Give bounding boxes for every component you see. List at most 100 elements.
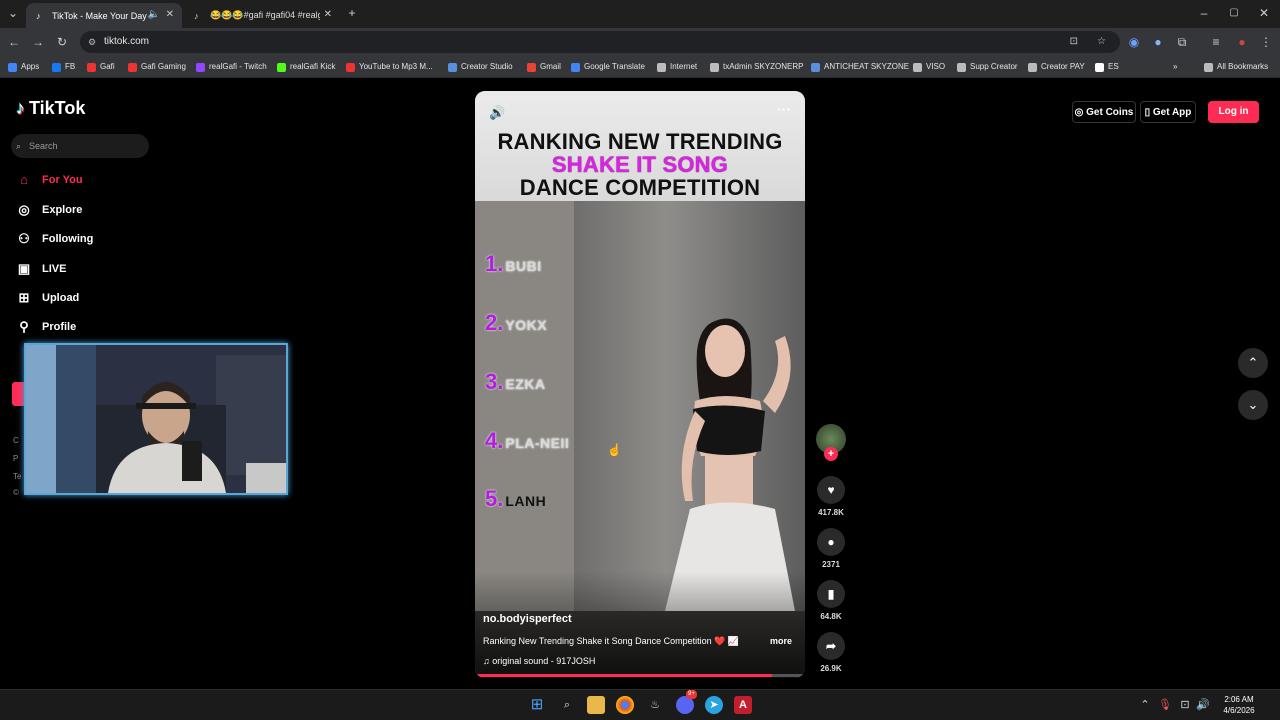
tab-search-icon[interactable]: ⌄ xyxy=(5,5,21,21)
maximize-button[interactable]: ▢ xyxy=(1226,5,1242,21)
bookmark-item[interactable]: Supp Creator xyxy=(957,61,1018,73)
video-author[interactable]: no.bodyisperfect xyxy=(483,613,572,625)
microphone-icon[interactable]: 🎙 xyxy=(1156,696,1174,714)
get-app-button[interactable]: ▯ Get App xyxy=(1140,101,1196,123)
bookmark-item[interactable]: Internet xyxy=(657,61,697,73)
site-info-icon[interactable]: ⚙ xyxy=(88,31,96,53)
back-icon[interactable]: ← xyxy=(6,34,22,50)
extension-icon[interactable]: ● xyxy=(1150,34,1166,50)
steam-icon[interactable]: ♨ xyxy=(646,696,664,714)
reload-icon[interactable]: ↻ xyxy=(54,34,70,50)
nav-explore[interactable]: ◎ Explore xyxy=(16,201,82,219)
music-note-icon: ♫ xyxy=(483,656,493,666)
more-button[interactable]: more xyxy=(770,636,792,646)
rank-number: 1. xyxy=(485,251,504,276)
search-icon[interactable]: ⌕ xyxy=(558,696,576,714)
home-icon: ⌂ xyxy=(20,172,28,187)
previous-video-button[interactable]: ⌃ xyxy=(1238,348,1268,378)
bookmark-label: VISO xyxy=(926,62,946,71)
discord-badge: 9+ xyxy=(686,690,697,699)
close-tab-icon[interactable]: ✕ xyxy=(166,9,174,20)
save-button[interactable]: ▮ 64.8K xyxy=(815,580,847,621)
extensions-puzzle-icon[interactable]: ⧉ xyxy=(1174,34,1190,50)
rank-name: BUBI xyxy=(505,258,542,274)
bookmark-item[interactable]: realGafi Kick xyxy=(277,61,335,73)
video-caption: Ranking New Trending Shake it Song Dance… xyxy=(483,636,740,646)
nav-profile[interactable]: ⚲ Profile xyxy=(16,318,76,336)
search-placeholder: Search xyxy=(29,141,58,151)
bookmarks-overflow-button[interactable]: » xyxy=(1173,61,1177,73)
bookmark-item[interactable]: realGafi - Twitch xyxy=(196,61,267,73)
windows-start-icon[interactable]: ⊞ xyxy=(528,696,546,714)
browser-menu-icon[interactable]: ⋮ xyxy=(1258,34,1274,50)
bookmark-item[interactable]: ANTICHEAT SKYZONE xyxy=(811,61,909,73)
bookmark-label: Gmail xyxy=(540,62,561,71)
tray-overflow-icon[interactable]: ⌃ xyxy=(1136,696,1154,714)
clock[interactable]: 2:06 AM 4/6/2026 xyxy=(1214,694,1264,716)
get-coins-button[interactable]: ◎ Get Coins xyxy=(1072,101,1136,123)
video-player[interactable]: RANKING NEW TRENDING SHAKE IT SONG DANCE… xyxy=(475,91,805,678)
nav-following[interactable]: ⚇ Following xyxy=(16,230,93,248)
bookmark-item[interactable]: txAdmin SKYZONERP xyxy=(710,61,803,73)
video-sound[interactable]: ♫ original sound - 917JOSH xyxy=(483,656,595,666)
telegram-icon[interactable]: ➤ xyxy=(705,696,723,714)
bookmark-item[interactable]: VISO xyxy=(913,61,945,73)
bookmark-item[interactable]: Gmail xyxy=(527,61,561,73)
like-button[interactable]: ♥ 417.8K xyxy=(815,476,847,517)
upload-icon: ⊞ xyxy=(18,290,30,305)
nav-upload[interactable]: ⊞ Upload xyxy=(16,289,80,307)
new-tab-button[interactable]: + xyxy=(344,5,360,21)
all-bookmarks-button[interactable]: All Bookmarks xyxy=(1204,61,1268,73)
bookmark-item[interactable]: FB xyxy=(52,61,75,73)
bookmark-item[interactable]: Gafi xyxy=(87,61,115,73)
speaker-icon[interactable]: 🔈 xyxy=(148,9,160,20)
follow-plus-icon[interactable]: + xyxy=(824,447,838,461)
author-avatar[interactable]: + xyxy=(815,424,847,461)
tab-tiktok[interactable]: ♪ TikTok - Make Your Day 🔈 ✕ xyxy=(26,3,182,28)
chrome-icon[interactable] xyxy=(616,696,634,714)
extension-icon[interactable]: ◉ xyxy=(1126,34,1142,50)
coin-icon: ◎ xyxy=(1074,107,1087,118)
footer-text: P xyxy=(13,454,19,463)
nav-label: LIVE xyxy=(42,263,67,275)
bookmarks-bar: Apps FB Gafi Gafi Gaming realGafi - Twitch re… xyxy=(0,56,1280,78)
bookmark-item[interactable]: Gafi Gaming xyxy=(128,61,186,73)
volume-icon[interactable]: 🔊 xyxy=(1194,696,1212,714)
profile-avatar-icon[interactable]: ● xyxy=(1234,34,1250,50)
bookmark-item[interactable]: Google Translate xyxy=(571,61,645,73)
file-explorer-icon[interactable] xyxy=(587,696,605,714)
bookmark-item[interactable]: ES xyxy=(1095,61,1119,73)
progress-track[interactable] xyxy=(475,674,805,677)
tab-video[interactable]: ♪ 😂😂😂#gafi #gafi04 #realgafi ✕ xyxy=(184,3,340,28)
next-video-button[interactable]: ⌄ xyxy=(1238,390,1268,420)
search-input[interactable]: ⌕ Search xyxy=(11,134,149,158)
bookmark-favicon-icon xyxy=(196,62,205,72)
bookmark-favicon-icon xyxy=(87,62,96,72)
close-tab-icon[interactable]: ✕ xyxy=(324,9,332,20)
more-options-icon[interactable]: ··· xyxy=(777,101,791,117)
share-button[interactable]: ➦ 26.9K xyxy=(815,632,847,673)
tiktok-logo[interactable]: ♪ TikTok xyxy=(16,98,85,119)
app-icon[interactable]: A xyxy=(734,696,752,714)
media-control-icon[interactable]: ≡ xyxy=(1208,34,1224,50)
forward-icon[interactable]: → xyxy=(30,34,46,50)
comment-button[interactable]: ● 2371 xyxy=(815,528,847,569)
bookmark-star-icon[interactable]: ☆ xyxy=(1097,31,1106,53)
minimize-button[interactable]: – xyxy=(1196,5,1212,21)
bookmark-item[interactable]: Creator PAY xyxy=(1028,61,1085,73)
bookmark-label: Gafi xyxy=(100,62,115,71)
nav-live[interactable]: ▣ LIVE xyxy=(16,260,67,278)
network-icon[interactable]: ⊡ xyxy=(1176,696,1194,714)
bookmark-item[interactable]: YouTube to Mp3 M... xyxy=(346,61,433,73)
close-window-button[interactable]: ✕ xyxy=(1256,5,1272,21)
rank-number: 3. xyxy=(485,369,504,394)
discord-icon[interactable]: 9+ xyxy=(676,690,697,714)
nav-for-you[interactable]: ⌂ For You xyxy=(16,171,82,189)
url-input[interactable]: ⚙ tiktok.com ⊡ ☆ xyxy=(80,31,1120,53)
login-button[interactable]: Log in xyxy=(1208,101,1259,123)
volume-icon[interactable]: 🔊 xyxy=(489,105,505,121)
rank-name: PLA-NEII xyxy=(505,435,570,451)
install-app-icon[interactable]: ⊡ xyxy=(1070,31,1078,53)
bookmark-item[interactable]: Apps xyxy=(8,61,39,73)
bookmark-item[interactable]: Creator Studio xyxy=(448,61,513,73)
